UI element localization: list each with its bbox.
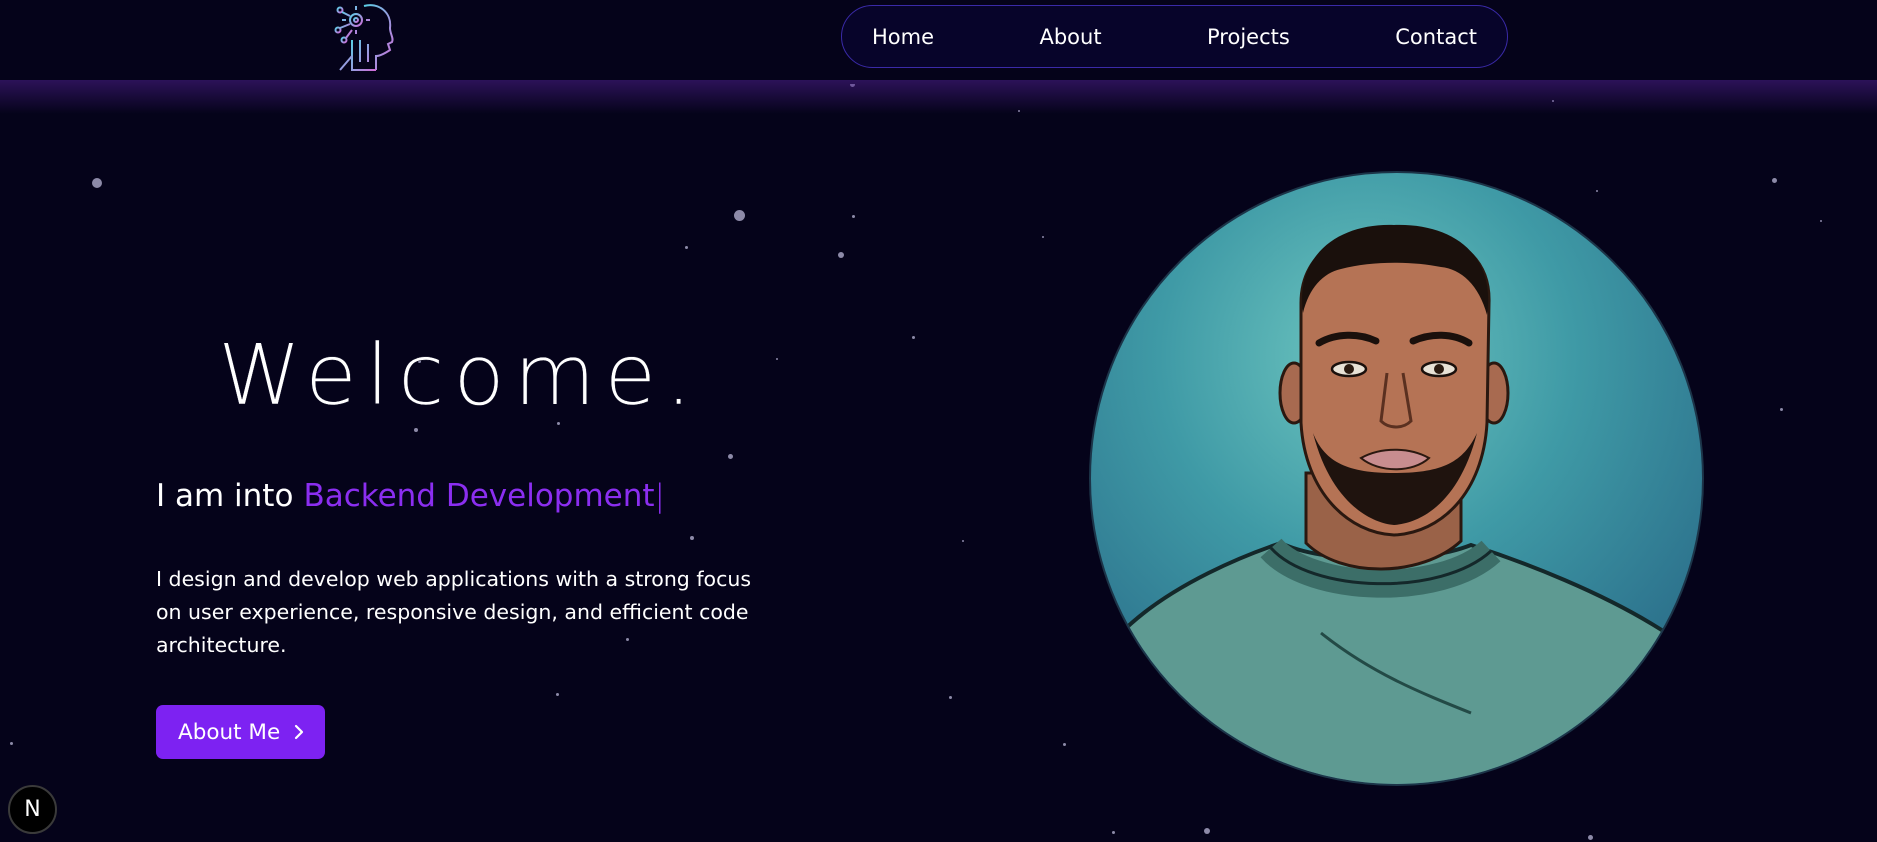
next-logo-icon[interactable]: N [8, 785, 57, 834]
nav-projects[interactable]: Projects [1205, 21, 1292, 53]
nav-contact[interactable]: Contact [1393, 21, 1479, 53]
intro-role: Backend Development [303, 478, 655, 514]
intro-prefix: I am into [156, 478, 294, 514]
welcome-heading: Welcome. [218, 326, 701, 424]
about-me-label: About Me [178, 719, 281, 745]
site-header: Home About Projects Contact [0, 0, 1877, 84]
nav-home[interactable]: Home [870, 21, 936, 53]
avatar-portrait [1089, 171, 1704, 786]
about-me-button[interactable]: About Me [156, 705, 325, 759]
hero-description: I design and develop web applications wi… [156, 567, 752, 657]
typing-caret: | [654, 478, 665, 514]
chevron-right-icon [295, 724, 304, 740]
logo-icon[interactable] [330, 0, 400, 72]
nav-about[interactable]: About [1037, 21, 1103, 53]
typing-intro: I am into Backend Development| [156, 478, 665, 514]
header-glow [0, 80, 1877, 114]
main-nav: Home About Projects Contact [841, 5, 1508, 68]
next-badge-letter: N [24, 797, 41, 822]
